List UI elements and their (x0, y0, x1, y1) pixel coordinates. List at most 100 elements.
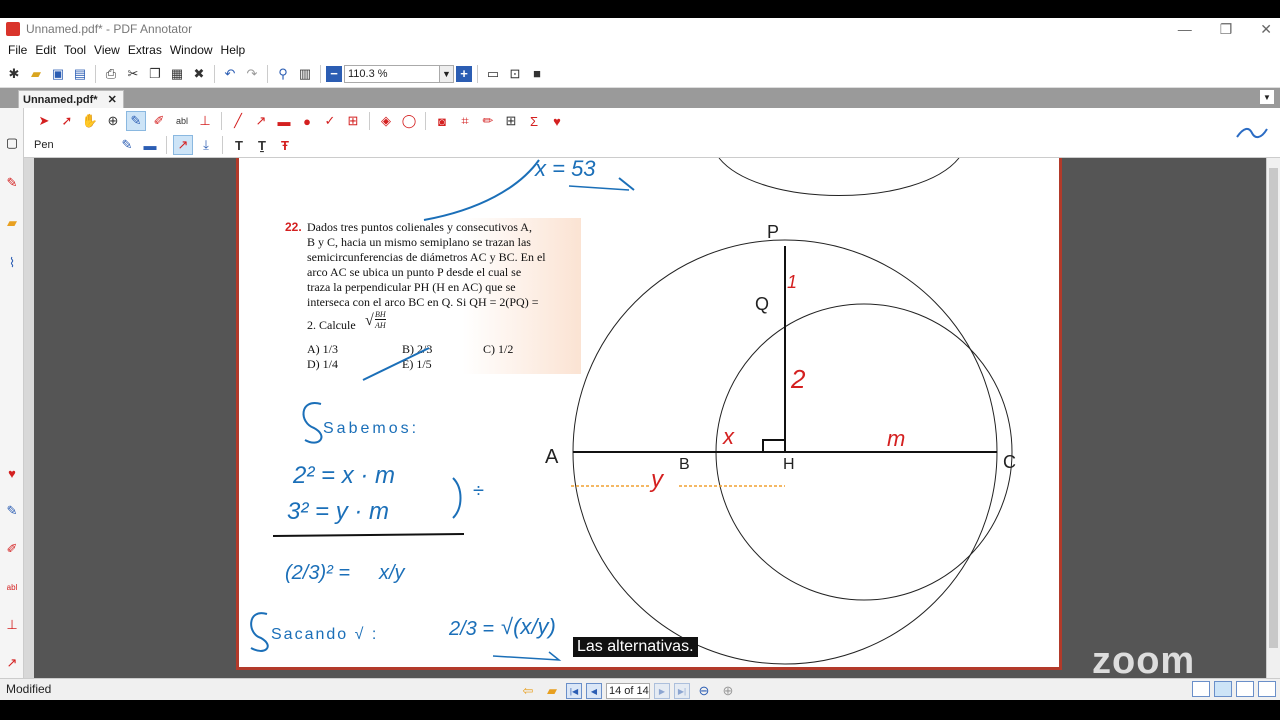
select-text-icon[interactable]: ➚ (57, 111, 77, 131)
menu-edit[interactable]: Edit (31, 43, 60, 57)
handwritten-ratio-left: (2/3)² = (285, 562, 351, 584)
single-page-view-icon[interactable] (1192, 681, 1210, 697)
chevron-down-icon[interactable]: ▼ (439, 65, 453, 82)
save-as-icon[interactable]: ▤ (70, 64, 90, 84)
zoom-level-value: 110.3 % (348, 67, 388, 80)
ruler-icon[interactable]: ✏ (478, 111, 498, 131)
zoom-out-button[interactable]: − (326, 65, 342, 82)
eraser-icon[interactable]: ◈ (376, 111, 396, 131)
rectangle-icon[interactable]: ▬ (274, 111, 294, 131)
pen-tool-icon[interactable]: ✎ (126, 111, 146, 131)
segment-label-qh: 2 (791, 364, 806, 394)
next-page-button[interactable]: ▶ (654, 683, 670, 699)
menu-extras[interactable]: Extras (124, 43, 166, 57)
facing-view-icon[interactable] (1236, 681, 1254, 697)
text-style-icon[interactable]: T (229, 135, 249, 155)
pdf-page[interactable]: 22. Dados tres puntos colienales y conse… (236, 158, 1062, 670)
page-thumbnail-icon[interactable]: ▢ (3, 134, 21, 152)
restore-button[interactable]: ❐ (1220, 21, 1233, 38)
close-button[interactable]: ✕ (1260, 21, 1272, 38)
cut-icon[interactable]: ✂ (123, 64, 143, 84)
save-icon[interactable]: ▣ (48, 64, 68, 84)
copy-icon[interactable]: ❐ (145, 64, 165, 84)
undo-icon[interactable]: ↶ (220, 64, 240, 84)
fit-page-icon[interactable]: ▭ (483, 64, 503, 84)
continuous-view-icon[interactable] (1214, 681, 1232, 697)
pen-quick-icon[interactable]: ✎ (3, 502, 21, 520)
fullscreen-icon[interactable]: ■ (527, 64, 547, 84)
smooth-stroke-icon[interactable]: ↗ (173, 135, 193, 155)
tab-unnamed-pdf[interactable]: Unnamed.pdf* ✕ (18, 90, 124, 108)
favorites-heart-icon[interactable]: ♥ (3, 464, 21, 482)
point-label-c: C (1003, 452, 1016, 472)
print-icon[interactable]: ⎙ (101, 64, 121, 84)
zoom-in-button[interactable]: + (456, 65, 472, 82)
toolbar-separator (95, 64, 96, 83)
hand-icon[interactable]: ✋ (80, 111, 100, 131)
zoom-level-select[interactable]: 110.3 % ▼ (344, 64, 454, 83)
pen-color-icon[interactable]: ✎ (117, 135, 137, 155)
textbox-quick-icon[interactable]: abl (3, 578, 21, 596)
zoom-tool-icon[interactable]: ⊕ (103, 111, 123, 131)
last-page-button[interactable]: ▶| (674, 683, 690, 699)
minimize-button[interactable]: — (1178, 21, 1192, 37)
vertical-scrollbar[interactable] (1266, 158, 1280, 678)
previous-page-button[interactable]: ◀ (586, 683, 602, 699)
sigma-icon[interactable]: Σ (524, 111, 544, 131)
arrow-icon[interactable]: ↗ (251, 111, 271, 131)
crop-icon[interactable]: ⌗ (455, 111, 475, 131)
menu-file[interactable]: File (4, 43, 31, 57)
pressure-icon[interactable]: ⤓ (196, 135, 216, 155)
camera-icon[interactable]: ◙ (432, 111, 452, 131)
status-bar: Modified ⇦ ▰ |◀ ◀ 14 of 14 ▶ ▶| ⊖ ⊕ (0, 678, 1280, 700)
delete-icon[interactable]: ✖ (189, 64, 209, 84)
insert-image-icon[interactable]: ⊞ (501, 111, 521, 131)
history-icon[interactable]: ▰ (542, 681, 562, 701)
highlighter-icon[interactable]: ✐ (149, 111, 169, 131)
attachments-clip-icon[interactable]: ⌇ (3, 254, 21, 272)
menu-window[interactable]: Window (166, 43, 217, 57)
open-folder-icon[interactable]: ▰ (26, 64, 46, 84)
checkmark-icon[interactable]: ✓ (320, 111, 340, 131)
annotations-pen-icon[interactable]: ✎ (3, 174, 21, 192)
letterbox-top (0, 0, 1280, 18)
tab-list-chevron-icon[interactable]: ▼ (1260, 90, 1274, 104)
paste-icon[interactable]: ▦ (167, 64, 187, 84)
scrollbar-thumb[interactable] (1269, 168, 1278, 648)
page-number-value: 14 of 14 (609, 685, 649, 697)
circle-icon[interactable]: ● (297, 111, 317, 131)
select-arrow-icon[interactable]: ➤ (34, 111, 54, 131)
text-box-icon[interactable]: abl (172, 111, 192, 131)
measure-icon[interactable]: ⊞ (343, 111, 363, 131)
favorites-heart-icon[interactable]: ♥ (547, 111, 567, 131)
first-page-button[interactable]: |◀ (566, 683, 582, 699)
lasso-icon[interactable]: ◯ (399, 111, 419, 131)
facing-continuous-view-icon[interactable] (1258, 681, 1276, 697)
page-number-field[interactable]: 14 of 14 (606, 683, 650, 699)
handwritten-result-left: 2/3 = (449, 618, 495, 640)
handwritten-ratio-right: x/y (379, 562, 405, 584)
fit-width-icon[interactable]: ⊡ (505, 64, 525, 84)
arrow-quick-icon[interactable]: ↗ (3, 654, 21, 672)
menu-tool[interactable]: Tool (60, 43, 90, 57)
menu-help[interactable]: Help (217, 43, 250, 57)
back-icon[interactable]: ⇦ (518, 681, 538, 701)
line-icon[interactable]: ╱ (228, 111, 248, 131)
pen-width-icon[interactable]: ▬ (140, 135, 160, 155)
tab-close-icon[interactable]: ✕ (108, 93, 117, 106)
pdf-annotator-window: Unnamed.pdf* - PDF Annotator — ❐ ✕ File … (0, 18, 1280, 700)
bookmarks-folder-icon[interactable]: ▰ (3, 214, 21, 232)
page-options-icon[interactable]: ▥ (295, 64, 315, 84)
text-strike-icon[interactable]: Ŧ (275, 135, 295, 155)
redo-icon[interactable]: ↷ (242, 64, 262, 84)
new-document-icon[interactable]: ✱ (4, 64, 24, 84)
sidebar-splitter[interactable] (24, 158, 34, 678)
find-icon[interactable]: ⚲ (273, 64, 293, 84)
text-underline-icon[interactable]: Ṯ (252, 135, 272, 155)
stamp-quick-icon[interactable]: ⊥ (3, 616, 21, 634)
navigate-forward-icon[interactable]: ⊕ (718, 681, 738, 701)
menu-view[interactable]: View (90, 43, 124, 57)
stamp-icon[interactable]: ⊥ (195, 111, 215, 131)
navigate-back-icon[interactable]: ⊖ (694, 681, 714, 701)
marker-quick-icon[interactable]: ✐ (3, 540, 21, 558)
